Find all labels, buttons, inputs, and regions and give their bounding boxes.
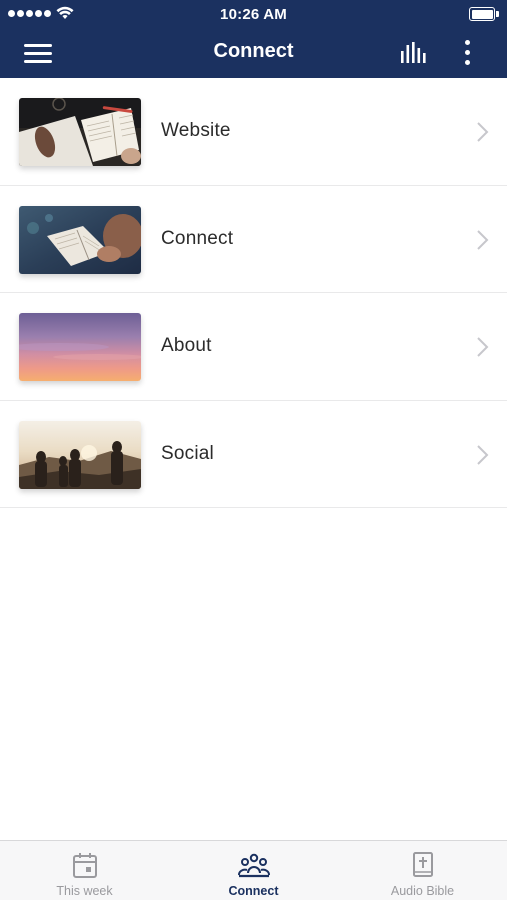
page-title: Connect <box>213 40 294 62</box>
tab-label: This week <box>56 884 113 898</box>
tab-connect[interactable]: Connect <box>169 841 338 900</box>
hands-holding-bible-image <box>19 205 141 274</box>
list-item-connect[interactable]: Connect <box>0 185 507 293</box>
people-group-icon <box>237 853 270 878</box>
list-item-label: About <box>161 335 212 356</box>
navigation-bar: Connect <box>0 28 507 78</box>
tab-bar: This week Connect Audio Bible <box>0 840 507 900</box>
calendar-icon <box>72 853 97 878</box>
battery-icon <box>469 7 499 21</box>
tab-audio-bible[interactable]: Audio Bible <box>338 841 507 900</box>
chevron-right-icon <box>477 444 489 465</box>
list-item-social[interactable]: Social <box>0 400 507 508</box>
friends-at-sunset-image <box>19 420 141 489</box>
chevron-right-icon <box>477 229 489 250</box>
chevron-right-icon <box>477 122 489 142</box>
status-time: 10:26 AM <box>220 6 287 23</box>
more-options-icon[interactable] <box>458 39 478 67</box>
status-bar: 10:26 AM <box>0 0 507 28</box>
bible-book-icon <box>412 852 433 877</box>
list-item-website[interactable]: Website <box>0 78 507 186</box>
list-item-label: Social <box>161 442 214 464</box>
tab-label: Audio Bible <box>390 884 455 898</box>
tab-this-week[interactable]: This week <box>0 841 169 900</box>
sunset-sky-image <box>19 313 141 381</box>
list-item-label: Connect <box>161 227 234 249</box>
audio-equalizer-icon[interactable] <box>398 39 430 67</box>
connect-list: Website Connect About Social <box>0 78 507 508</box>
list-item-about[interactable]: About <box>0 293 507 401</box>
list-item-label: Website <box>161 120 231 141</box>
chevron-right-icon <box>477 337 489 357</box>
tab-label: Connect <box>228 884 279 898</box>
open-bible-with-pen-image <box>19 98 141 166</box>
